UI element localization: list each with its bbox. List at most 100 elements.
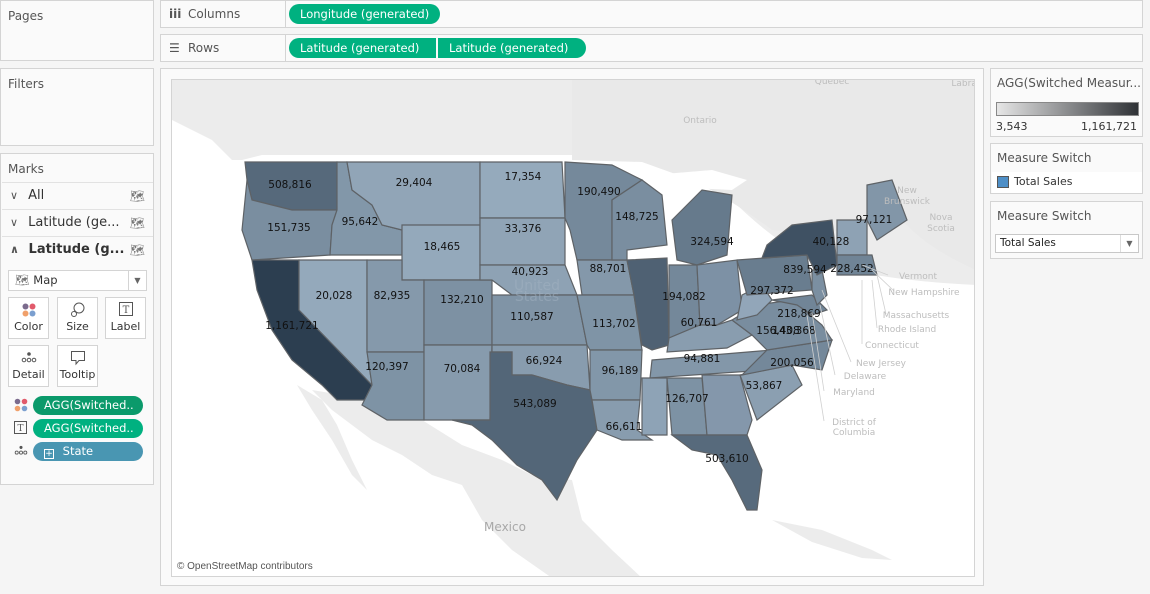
value-label-pennsylvania: 297,372	[750, 285, 793, 297]
marks-layer-label: Latitude (ge...	[28, 215, 120, 230]
state-michigan[interactable]	[671, 189, 733, 266]
color-button[interactable]: Color	[8, 297, 49, 339]
map-view: 508,816 151,735 1,161,721 95,642 20,028 29,40…	[160, 68, 984, 586]
color-legend[interactable]: AGG(Switched Measur... 3,543 1,161,721	[990, 68, 1143, 137]
value-label-nevada: 20,028	[316, 290, 353, 302]
map-icon: 🗺	[129, 216, 145, 230]
color-icon	[9, 298, 48, 320]
latitude-pill-1[interactable]: Latitude (generated)	[289, 38, 436, 58]
callout-labels: Vermont New Hampshire Massachusetts Rhode I…	[806, 264, 960, 438]
value-label-wisconsin: 148,725	[615, 211, 658, 223]
columns-icon: iii	[169, 7, 182, 21]
detail-label: Detail	[12, 368, 45, 381]
parameter-value: Total Sales	[1000, 237, 1056, 249]
label-label: Label	[110, 320, 141, 333]
value-label-tennessee: 94,881	[684, 353, 721, 365]
value-label-idaho: 95,642	[342, 216, 379, 228]
callout-line	[876, 274, 887, 315]
size-label: Size	[66, 320, 89, 333]
map-svg: 508,816 151,735 1,161,721 95,642 20,028 29,40…	[172, 80, 975, 576]
geo-label-quebec: Quebec	[815, 80, 850, 87]
marks-layer-latitude-1[interactable]: ∨ Latitude (ge... 🗺	[2, 209, 153, 235]
marks-layer-label: All	[28, 188, 45, 203]
detail-icon	[14, 444, 28, 458]
filters-card[interactable]: Filters	[0, 68, 154, 146]
mark-type-select[interactable]: 🗺 Map ▼	[8, 270, 147, 291]
detail-button[interactable]: Detail	[8, 345, 49, 387]
tooltip-button[interactable]: Tooltip	[57, 345, 98, 387]
callout-maryland: Maryland	[833, 388, 875, 398]
geo-label-new-brunswick: New	[897, 186, 917, 196]
value-label-kentucky: 60,761	[681, 317, 718, 329]
color-field-pill[interactable]: AGG(Switched..	[33, 396, 143, 415]
columns-shelf[interactable]: iii Columns Longitude (generated)	[160, 0, 1143, 28]
value-label-north-dakota: 17,354	[505, 171, 542, 183]
state-colorado[interactable]	[423, 279, 493, 346]
value-label-texas: 543,089	[513, 398, 556, 410]
callout-connecticut: Connecticut	[865, 341, 919, 351]
cuba-land	[772, 520, 892, 560]
marks-layer-all[interactable]: ∨ All 🗺	[2, 182, 153, 208]
map-attribution[interactable]: © OpenStreetMap contributors	[177, 561, 313, 572]
state-mississippi[interactable]	[641, 377, 668, 436]
color-icon	[14, 398, 28, 412]
svg-text:T: T	[122, 305, 129, 316]
value-label-new-mexico: 70,084	[444, 363, 481, 375]
callout-new-hampshire: New Hampshire	[888, 288, 960, 298]
callout-district-of-columbia: Columbia	[833, 428, 876, 438]
geo-label-nova-scotia: Scotia	[927, 224, 955, 234]
marks-layer-label: Latitude (g...	[28, 242, 125, 257]
rows-shelf[interactable]: ☰ Rows Latitude (generated) Latitude (gen…	[160, 34, 1143, 62]
detail-field-pill[interactable]: + State	[33, 442, 143, 461]
marks-card: Marks ∨ All 🗺 ∨ Latitude (ge... 🗺 ∧ Lati…	[0, 153, 154, 485]
measure-legend: Measure Switch Total Sales	[990, 143, 1143, 194]
chevron-down-icon: ∨	[10, 189, 19, 202]
rows-shelf-label: ☰ Rows	[161, 35, 286, 61]
geo-label-mexico: Mexico	[484, 520, 526, 534]
geo-label-united-states: States	[515, 289, 559, 305]
callout-massachusetts: Massachusetts	[883, 311, 950, 321]
map-canvas[interactable]: 508,816 151,735 1,161,721 95,642 20,028 29,40…	[171, 79, 975, 577]
state-florida[interactable]	[670, 434, 763, 511]
parameter-dropdown[interactable]: Total Sales ▼	[995, 234, 1139, 253]
callout-rhode-island: Rhode Island	[878, 325, 936, 335]
value-label-maine: 97,121	[856, 214, 893, 226]
value-label-iowa: 88,701	[590, 263, 627, 275]
parameter-title: Measure Switch	[997, 209, 1092, 223]
detail-icon	[9, 346, 48, 368]
value-label-washington: 508,816	[268, 179, 312, 191]
filters-title: Filters	[8, 77, 44, 91]
mark-type-value: Map	[33, 273, 58, 287]
longitude-pill[interactable]: Longitude (generated)	[289, 4, 441, 24]
marks-layer-latitude-2[interactable]: ∧ Latitude (g... 🗺	[2, 236, 153, 262]
size-icon	[58, 298, 97, 320]
value-label-north-carolina: 200,056	[770, 357, 814, 369]
callout-delaware: Delaware	[844, 372, 887, 382]
value-label-california: 1,161,721	[265, 320, 318, 332]
label-field-pill[interactable]: AGG(Switched..	[33, 419, 143, 438]
state-new-mexico[interactable]	[423, 344, 493, 421]
value-label-missouri: 113,702	[592, 318, 635, 330]
pill-label: State	[62, 444, 94, 458]
columns-label: Columns	[188, 7, 241, 21]
measure-legend-title: Measure Switch	[997, 151, 1092, 165]
label-button[interactable]: T Label	[105, 297, 146, 339]
value-label-indiana: 194,082	[662, 291, 705, 303]
geo-label-labrad: Labrad	[951, 80, 975, 89]
value-label-massachusetts: 228,452	[830, 263, 873, 275]
size-button[interactable]: Size	[57, 297, 98, 339]
value-label-montana: 29,404	[396, 177, 433, 189]
legend-item-total-sales[interactable]: Total Sales	[992, 172, 1142, 193]
state-alabama[interactable]	[666, 377, 708, 436]
color-legend-min: 3,543	[996, 120, 1028, 133]
marks-title: Marks	[8, 162, 44, 176]
value-label-colorado: 132,210	[440, 294, 483, 306]
chevron-down-icon: ∨	[10, 216, 19, 229]
latitude-pill-2[interactable]: Latitude (generated)	[438, 38, 586, 58]
expand-icon[interactable]: +	[44, 449, 54, 459]
pages-card[interactable]: Pages	[0, 0, 154, 61]
legend-item-label: Total Sales	[1014, 175, 1073, 188]
geo-label-ontario: Ontario	[683, 116, 717, 126]
value-label-oregon: 151,735	[267, 222, 310, 234]
rows-label: Rows	[188, 41, 220, 55]
